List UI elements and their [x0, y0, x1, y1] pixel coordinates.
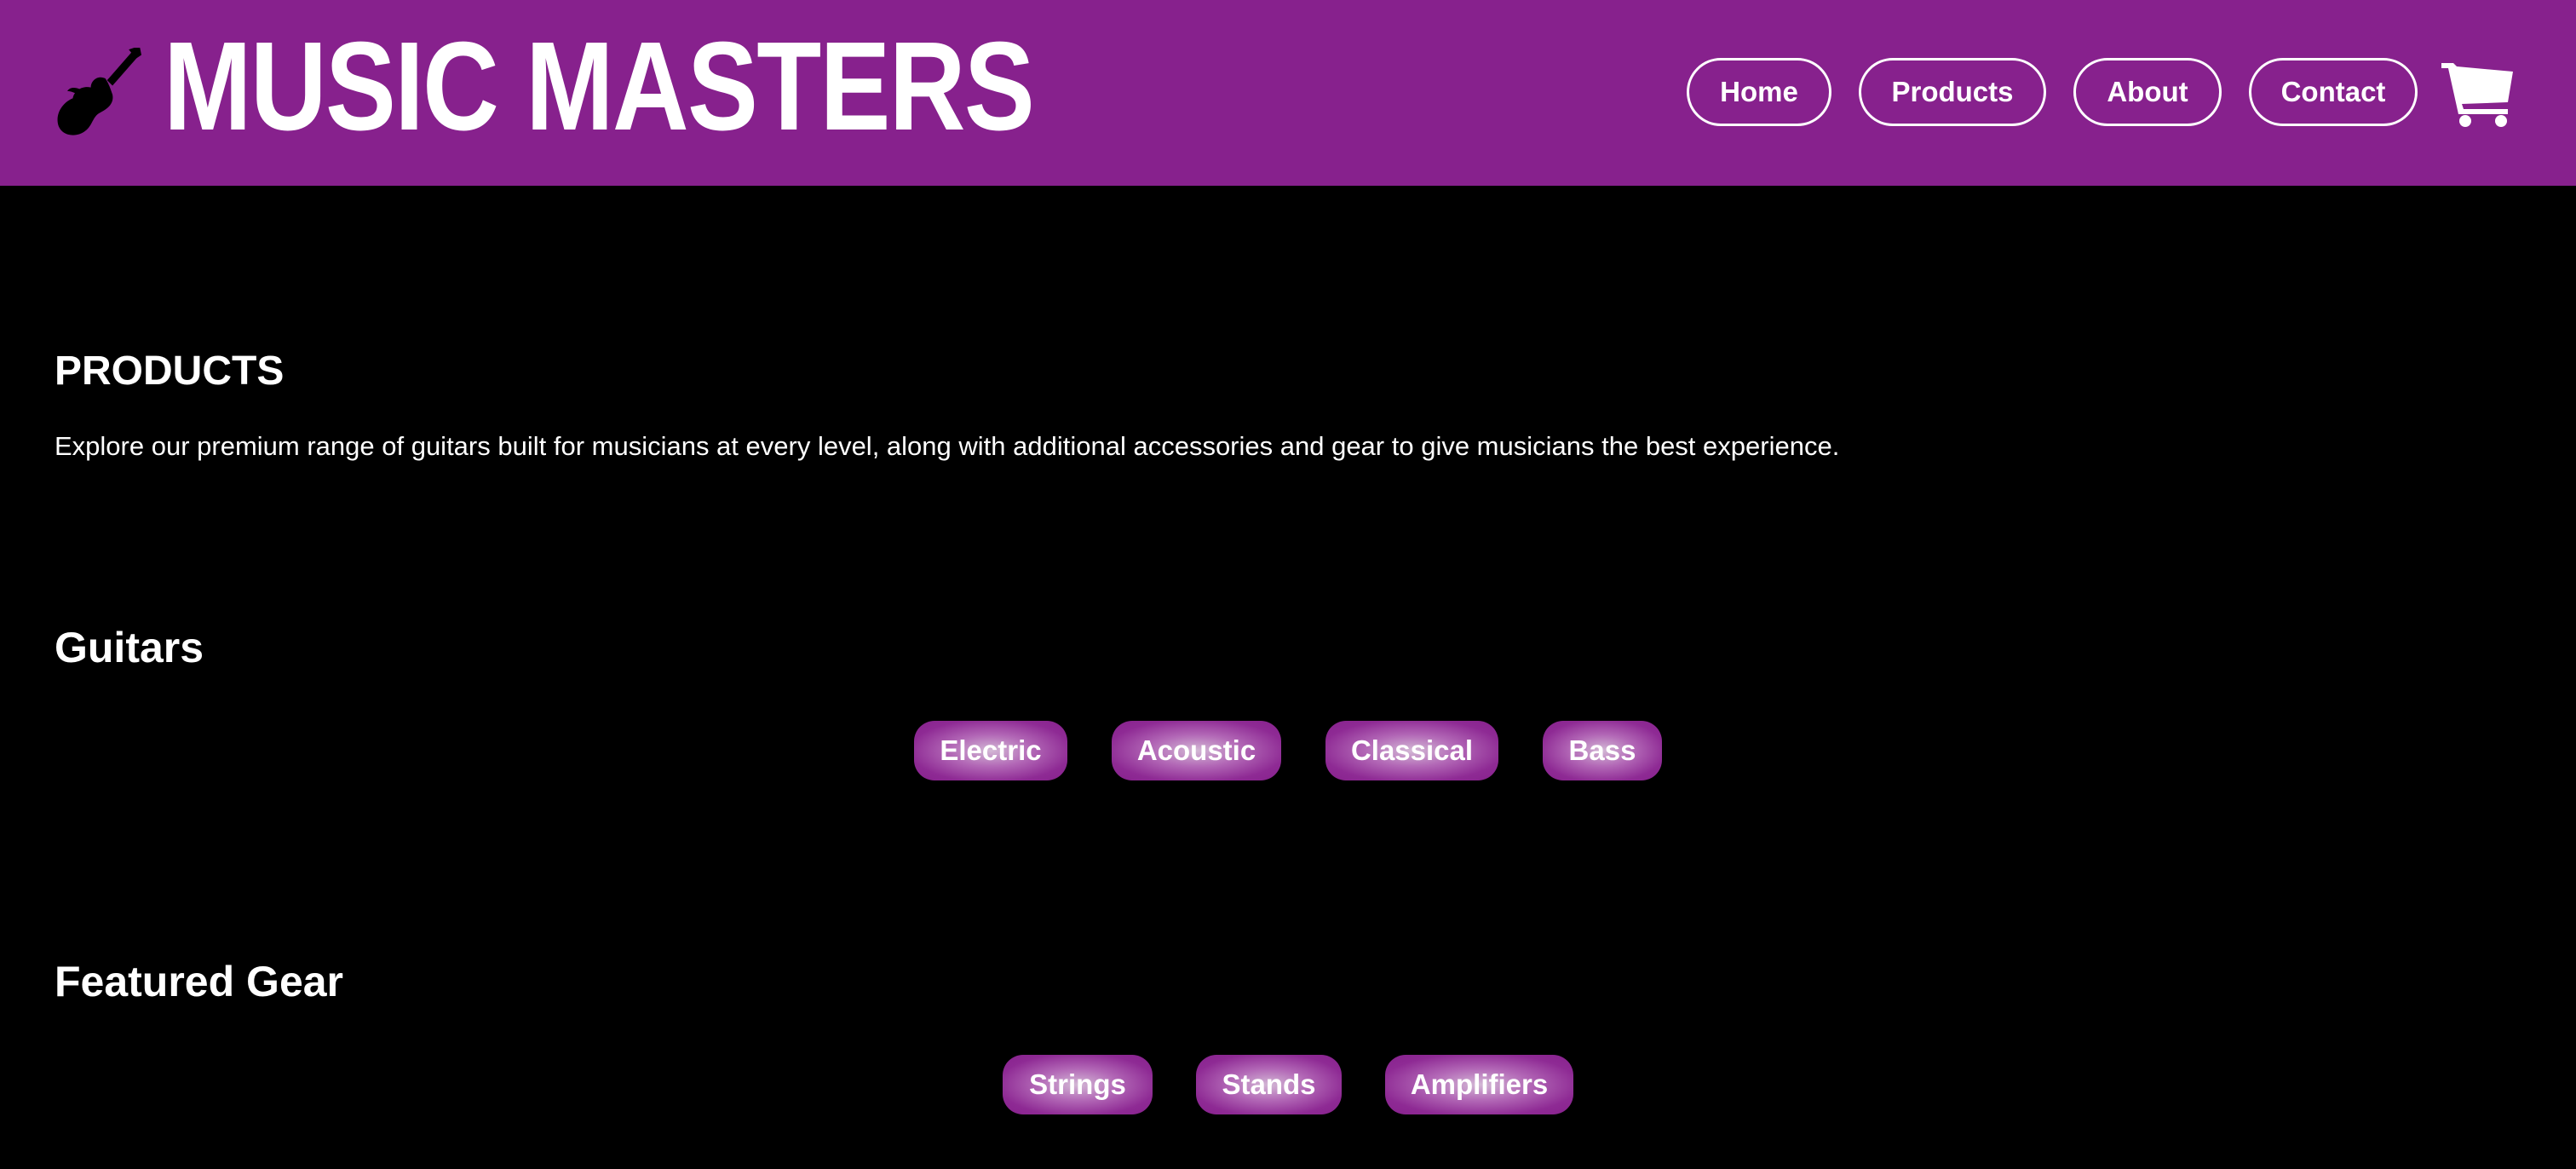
nav-home-button[interactable]: Home: [1687, 58, 1831, 126]
site-header: MUSIC MASTERS Home Products About Contac…: [0, 0, 2576, 186]
nav-products-button[interactable]: Products: [1859, 58, 2046, 126]
classical-guitars-button[interactable]: Classical: [1325, 721, 1498, 780]
featured-gear-section-title: Featured Gear: [55, 958, 344, 1005]
strings-button[interactable]: Strings: [1003, 1055, 1153, 1114]
acoustic-guitars-button[interactable]: Acoustic: [1112, 721, 1281, 780]
shopping-cart-icon[interactable]: [2441, 60, 2515, 128]
bass-guitars-button[interactable]: Bass: [1543, 721, 1662, 780]
amplifiers-button[interactable]: Amplifiers: [1385, 1055, 1573, 1114]
brand-title[interactable]: MUSIC MASTERS: [164, 19, 1035, 155]
page-description: Explore our premium range of guitars bui…: [55, 431, 1840, 461]
page-title: PRODUCTS: [55, 348, 285, 394]
nav-about-button[interactable]: About: [2073, 58, 2222, 126]
stands-button[interactable]: Stands: [1196, 1055, 1342, 1114]
guitars-section-title: Guitars: [55, 624, 204, 671]
nav-contact-button[interactable]: Contact: [2249, 58, 2418, 126]
electric-guitars-button[interactable]: Electric: [914, 721, 1067, 780]
electric-guitar-icon: [57, 48, 141, 135]
